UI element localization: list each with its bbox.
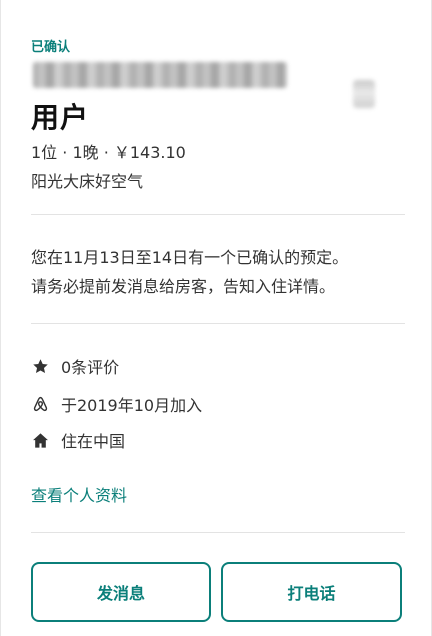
airbnb-logo-icon (31, 395, 49, 413)
stay-summary: 1位 · 1晚 · ￥143.10 (31, 143, 186, 162)
home-icon (31, 431, 49, 449)
redacted-listing-title (33, 62, 287, 88)
location-row: 住在中国 (31, 428, 125, 452)
status-label: 已确认 (31, 40, 71, 55)
message-line-1: 您在11月13日至14日有一个已确认的预定。 (31, 248, 349, 267)
message-line-2: 请务必提前发消息给房客，告知入住详情。 (31, 277, 336, 296)
reviews-count: 0条评价 (61, 358, 120, 377)
star-icon (31, 357, 49, 375)
location-text: 住在中国 (61, 432, 126, 451)
call-button[interactable]: 打电话 (221, 562, 402, 622)
view-profile-link[interactable]: 查看个人资料 (31, 482, 127, 506)
joined-row: 于2019年10月加入 (31, 392, 202, 416)
reservation-detail-screen: 已确认 用户 1位 · 1晚 · ￥143.10 阳光大床好空气 您在11月13… (0, 0, 432, 636)
divider (31, 532, 405, 533)
divider (31, 214, 405, 215)
joined-date: 于2019年10月加入 (61, 396, 203, 415)
confirmation-message: 您在11月13日至14日有一个已确认的预定。 请务必提前发消息给房客，告知入住详… (31, 243, 411, 301)
divider (31, 323, 405, 324)
send-message-button[interactable]: 发消息 (31, 562, 211, 622)
listing-name: 阳光大床好空气 (31, 172, 144, 191)
redacted-avatar (353, 80, 375, 108)
reviews-row: 0条评价 (31, 354, 119, 378)
guest-name: 用户 (31, 101, 90, 134)
